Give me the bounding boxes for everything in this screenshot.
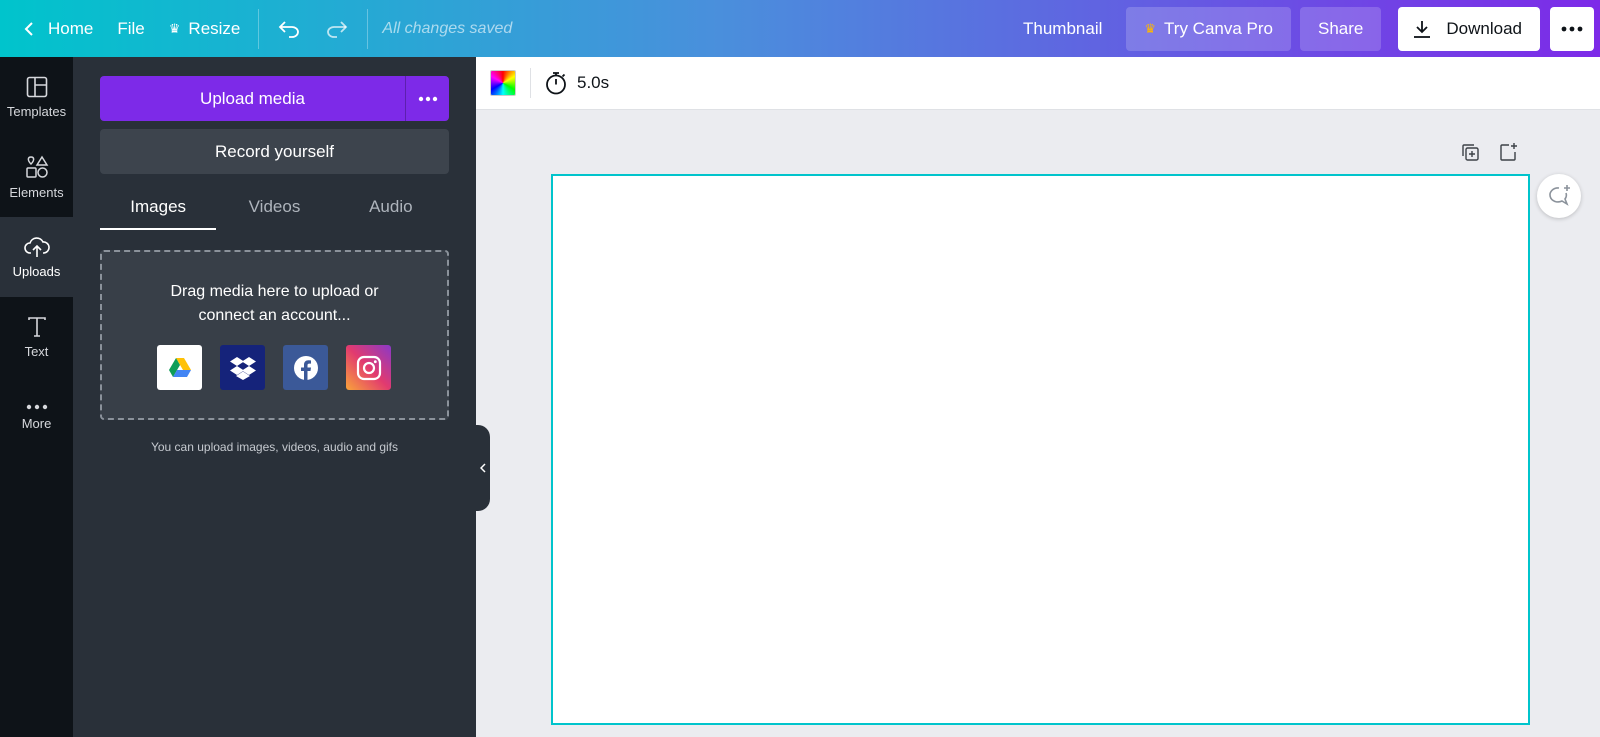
design-title[interactable]: Thumbnail (1023, 19, 1102, 39)
rail-item-more[interactable]: More (0, 377, 73, 457)
rail-item-label: More (21, 415, 52, 431)
rail-item-label: Elements (9, 184, 64, 200)
dropbox-icon (229, 356, 256, 380)
instagram-icon (356, 355, 381, 380)
file-label: File (117, 18, 145, 38)
facebook-icon (293, 355, 318, 381)
facebook-button[interactable] (283, 345, 328, 390)
media-tabs: Images Videos Audio (100, 188, 449, 230)
redo-icon (327, 20, 348, 38)
file-menu-button[interactable]: File (105, 9, 156, 49)
tab-audio[interactable]: Audio (333, 188, 449, 230)
ellipsis-icon (1561, 26, 1583, 31)
upload-hint: You can upload images, videos, audio and… (150, 440, 399, 454)
crown-icon: ♛ (1144, 20, 1157, 36)
tab-images[interactable]: Images (100, 188, 217, 230)
download-label: Download (1446, 18, 1522, 38)
rail-item-label: Text (24, 343, 49, 359)
rail-item-text[interactable]: Text (0, 297, 73, 377)
share-label: Share (1318, 18, 1364, 38)
crown-icon: ♛ (168, 20, 181, 36)
background-color-picker[interactable] (490, 70, 516, 96)
resize-button[interactable]: ♛ Resize (157, 9, 253, 49)
rail-item-uploads[interactable]: Uploads (0, 217, 73, 297)
rail-item-label: Uploads (12, 263, 61, 279)
duration-label: 5.0s (577, 73, 610, 92)
save-status: All changes saved (382, 19, 513, 37)
toolbar-divider (258, 8, 260, 49)
cloud-upload-icon (23, 236, 50, 257)
upload-media-group: Upload media (100, 76, 449, 121)
download-icon (1414, 20, 1431, 38)
record-yourself-button[interactable]: Record yourself (100, 129, 449, 174)
upload-options-button[interactable] (405, 76, 449, 121)
toolbar-divider (367, 8, 369, 49)
ellipsis-icon (26, 404, 47, 409)
side-rail: Templates Elements Uploads Text More (0, 57, 73, 737)
share-button[interactable]: Share (1300, 6, 1382, 51)
google-drive-icon (168, 358, 191, 377)
collapse-panel-button[interactable] (476, 425, 490, 511)
rail-item-label: Templates (6, 103, 67, 119)
editor-toolbar: 5.0s (476, 57, 1600, 110)
dropzone-text-line: Drag media here to upload or (170, 283, 379, 300)
page-actions (1460, 142, 1518, 162)
stopwatch-icon (546, 72, 566, 95)
duplicate-page-icon[interactable] (1460, 142, 1480, 162)
rail-item-templates[interactable]: Templates (0, 57, 73, 137)
timing-button[interactable]: 5.0s (545, 71, 609, 95)
top-bar: Home File ♛ Resize All changes saved Thu… (0, 0, 1600, 57)
chevron-left-icon (480, 463, 486, 473)
comment-add-icon (1549, 185, 1570, 206)
upload-media-button[interactable]: Upload media (100, 76, 405, 121)
add-page-icon[interactable] (1498, 142, 1518, 162)
elements-icon (25, 155, 48, 178)
try-canva-pro-button[interactable]: ♛ Try Canva Pro (1126, 6, 1292, 51)
rail-item-elements[interactable]: Elements (0, 137, 73, 217)
ellipsis-icon (418, 96, 437, 101)
pro-label: Try Canva Pro (1164, 18, 1274, 38)
dropbox-button[interactable] (220, 345, 265, 390)
instagram-button[interactable] (346, 345, 391, 390)
home-button[interactable]: Home (12, 9, 105, 49)
more-options-button[interactable] (1550, 6, 1594, 51)
download-button[interactable]: Download (1398, 6, 1540, 51)
chevron-left-icon (24, 21, 33, 36)
home-label: Home (48, 18, 94, 38)
undo-button[interactable] (265, 9, 313, 49)
toolbar-divider (530, 68, 531, 98)
resize-label: Resize (188, 18, 241, 38)
redo-button[interactable] (313, 9, 361, 49)
connect-services (157, 345, 391, 390)
templates-icon (26, 76, 47, 97)
undo-icon (279, 20, 300, 38)
add-comment-button[interactable] (1537, 174, 1581, 218)
upload-dropzone[interactable]: Drag media here to upload or connect an … (100, 250, 449, 420)
dropzone-text: Drag media here to upload or connect an … (102, 280, 447, 328)
dropzone-text-line: connect an account... (198, 307, 351, 324)
google-drive-button[interactable] (157, 345, 202, 390)
text-icon (27, 316, 46, 337)
tab-videos[interactable]: Videos (216, 188, 332, 230)
uploads-panel: Upload media Record yourself Images Vide… (73, 57, 476, 737)
design-canvas[interactable] (551, 174, 1530, 725)
